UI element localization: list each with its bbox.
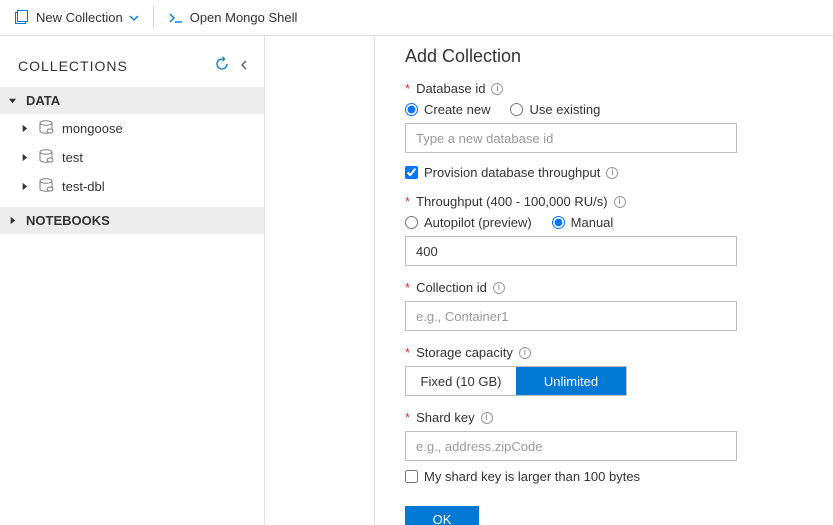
add-collection-panel: Add Collection * Database id i Create ne… xyxy=(375,36,833,525)
section-notebooks[interactable]: NOTEBOOKS xyxy=(0,207,264,234)
radio-use-existing[interactable]: Use existing xyxy=(510,102,600,117)
new-collection-button[interactable]: New Collection xyxy=(0,0,153,35)
throughput-label: * Throughput (400 - 100,000 RU/s) i xyxy=(405,194,809,209)
storage-unlimited-option[interactable]: Unlimited xyxy=(516,367,626,395)
info-icon[interactable]: i xyxy=(519,347,531,359)
info-icon[interactable]: i xyxy=(493,282,505,294)
tree-item-label: test xyxy=(62,150,83,165)
info-icon[interactable]: i xyxy=(606,167,618,179)
database-icon xyxy=(38,149,54,166)
storage-fixed-option[interactable]: Fixed (10 GB) xyxy=(406,367,516,395)
radio-create-new[interactable]: Create new xyxy=(405,102,490,117)
collections-title: COLLECTIONS xyxy=(18,58,210,74)
storage-capacity-label: * Storage capacity i xyxy=(405,345,809,360)
shell-icon xyxy=(168,10,184,26)
info-icon[interactable]: i xyxy=(614,196,626,208)
chevron-down-icon xyxy=(129,13,139,23)
collection-id-label: * Collection id i xyxy=(405,280,809,295)
database-icon xyxy=(38,120,54,137)
checkbox-large-shard-key[interactable]: My shard key is larger than 100 bytes xyxy=(405,469,640,484)
panel-title: Add Collection xyxy=(405,46,809,67)
database-id-label: * Database id i xyxy=(405,81,809,96)
section-data[interactable]: DATA xyxy=(0,87,264,114)
top-toolbar: New Collection Open Mongo Shell xyxy=(0,0,833,36)
sidebar-item-test[interactable]: test xyxy=(0,143,264,172)
collections-header: COLLECTIONS xyxy=(0,44,264,87)
checkbox-provision-throughput[interactable]: Provision database throughput i xyxy=(405,165,618,180)
open-mongo-shell-button[interactable]: Open Mongo Shell xyxy=(154,0,312,35)
shard-key-input[interactable] xyxy=(405,431,737,461)
database-id-input[interactable] xyxy=(405,123,737,153)
section-notebooks-label: NOTEBOOKS xyxy=(26,213,110,228)
content-gap xyxy=(265,36,375,525)
sidebar-item-test-dbl[interactable]: test-dbl xyxy=(0,172,264,201)
database-icon xyxy=(38,178,54,195)
storage-toggle: Fixed (10 GB) Unlimited xyxy=(405,366,627,396)
info-icon[interactable]: i xyxy=(481,412,493,424)
tree-item-label: mongoose xyxy=(62,121,123,136)
triangle-right-icon xyxy=(20,124,30,133)
section-data-label: DATA xyxy=(26,93,60,108)
new-collection-label: New Collection xyxy=(36,10,123,25)
triangle-right-icon xyxy=(20,153,30,162)
tree-item-label: test-dbl xyxy=(62,179,105,194)
radio-autopilot[interactable]: Autopilot (preview) xyxy=(405,215,532,230)
collection-id-input[interactable] xyxy=(405,301,737,331)
info-icon[interactable]: i xyxy=(491,83,503,95)
ok-button[interactable]: OK xyxy=(405,506,479,525)
triangle-right-icon xyxy=(20,182,30,191)
shard-key-label: * Shard key i xyxy=(405,410,809,425)
collapse-left-icon[interactable] xyxy=(234,56,254,76)
triangle-right-icon xyxy=(8,216,18,225)
open-shell-label: Open Mongo Shell xyxy=(190,10,298,25)
sidebar: COLLECTIONS DATA mongoose xyxy=(0,36,265,525)
collection-icon xyxy=(14,10,30,26)
refresh-icon[interactable] xyxy=(210,54,234,77)
sidebar-item-mongoose[interactable]: mongoose xyxy=(0,114,264,143)
radio-manual[interactable]: Manual xyxy=(552,215,614,230)
triangle-down-icon xyxy=(8,96,18,105)
throughput-input[interactable] xyxy=(405,236,737,266)
